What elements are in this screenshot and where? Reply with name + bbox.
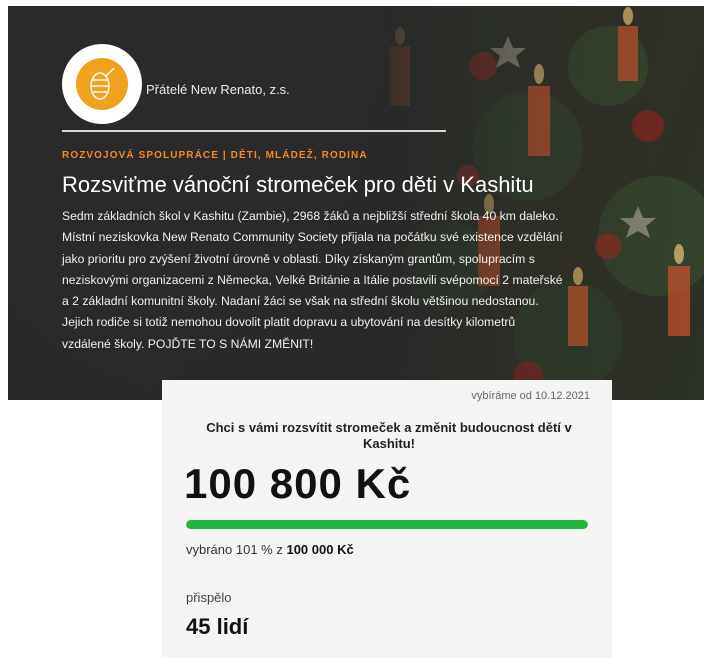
donation-card: vybíráme od 10.12.2021 Chci s vámi rozsv… — [162, 380, 612, 658]
progress-bar-fill — [186, 520, 588, 529]
progress-bar — [186, 520, 588, 529]
project-title: Rozsviťme vánoční stromeček pro děti v K… — [62, 172, 534, 197]
collected-summary: vybráno 101 % z 100 000 Kč — [186, 542, 354, 557]
contributors-count: 45 lidí — [186, 614, 249, 639]
collected-prefix: vybráno 101 % z — [186, 542, 283, 557]
collection-start-date: vybíráme od 10.12.2021 — [471, 390, 590, 402]
collected-amount: 100 800 Kč — [184, 460, 412, 507]
pine-cone-logo-icon — [76, 58, 128, 110]
collected-goal: 100 000 Kč — [286, 542, 354, 557]
organization-name[interactable]: Přátelé New Renato, z.s. — [146, 82, 290, 97]
project-description: Sedm základních škol v Kashitu (Zambie),… — [62, 209, 563, 351]
organization-logo[interactable] — [62, 44, 142, 124]
contributors-label: přispělo — [186, 590, 232, 605]
project-category: ROZVOJOVÁ SPOLUPRÁCE | DĚTI, MLÁDEŽ, ROD… — [62, 150, 368, 161]
header-divider — [62, 130, 446, 132]
donation-headline: Chci s vámi rozsvítit stromeček a změnit… — [206, 420, 572, 451]
